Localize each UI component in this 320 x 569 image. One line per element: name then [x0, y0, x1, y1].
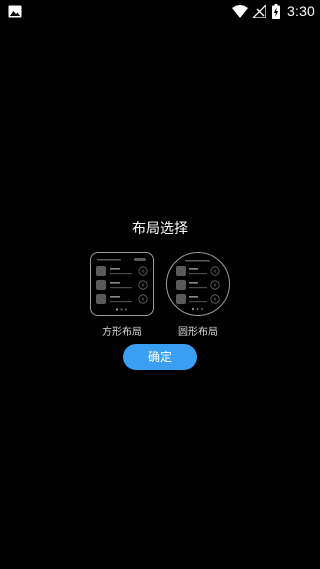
- square-layout-preview: [96, 258, 148, 311]
- status-time: 3:30: [287, 3, 316, 19]
- round-layout-option[interactable]: [166, 252, 230, 316]
- round-layout-preview: [176, 260, 220, 311]
- confirm-button[interactable]: 确定: [123, 344, 197, 370]
- wifi-icon: [232, 5, 248, 18]
- dialog-title: 布局选择: [132, 221, 188, 237]
- status-bar: 3:30: [0, 0, 320, 24]
- square-layout-option[interactable]: [90, 252, 154, 316]
- image-notification-icon: [8, 5, 22, 18]
- battery-charging-icon: [272, 4, 280, 19]
- no-sim-signal-icon: [253, 5, 266, 18]
- square-layout-label[interactable]: 方形布局: [82, 323, 162, 338]
- round-layout-label[interactable]: 圆形布局: [158, 323, 238, 338]
